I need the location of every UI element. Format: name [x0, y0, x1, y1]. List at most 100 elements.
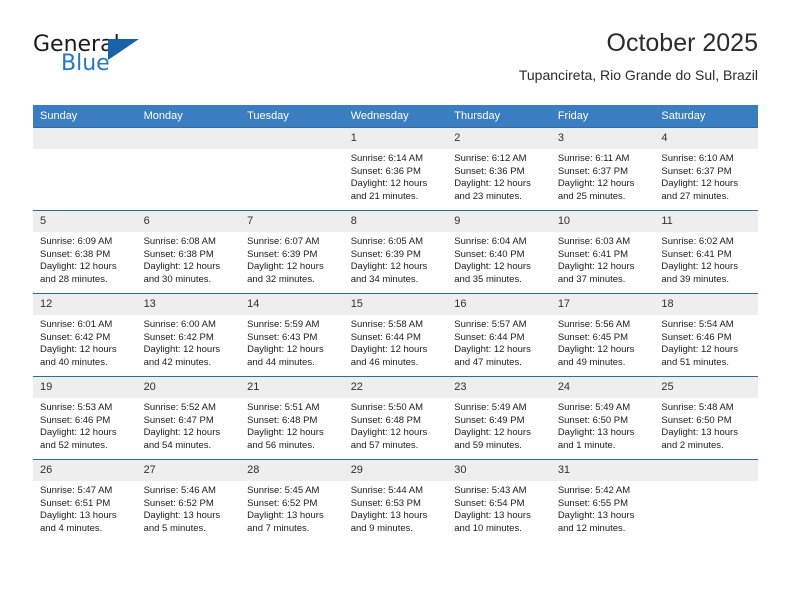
- daylight-hours: Daylight: 12 hours: [557, 261, 635, 273]
- calendar-day-cell[interactable]: 8 Sunrise: 6:05 AM Sunset: 6:39 PM Daylight…: [343, 210, 448, 294]
- day-number: [240, 128, 344, 149]
- calendar-day-cell[interactable]: 29 Sunrise: 5:44 AM Sunset: 6:53 PM Dayligh…: [343, 459, 448, 542]
- sunset-time: Sunset: 6:44 PM: [454, 331, 525, 343]
- daylight-hours: Daylight: 12 hours: [350, 344, 428, 356]
- day-number: 26: [33, 460, 137, 481]
- day-number: 5: [33, 211, 137, 232]
- daylight-minutes: and 34 minutes.: [350, 273, 419, 285]
- calendar-day-cell[interactable]: 20 Sunrise: 5:52 AM Sunset: 6:47 PM Dayligh…: [136, 376, 241, 460]
- daylight-hours: Daylight: 12 hours: [247, 344, 324, 356]
- sunset-time: Sunset: 6:45 PM: [557, 331, 629, 343]
- day-number: 11: [654, 211, 758, 232]
- daylight-hours: Daylight: 12 hours: [40, 261, 117, 273]
- calendar-page: General Blue October 2025 Tupancireta, R…: [0, 0, 792, 612]
- calendar-day-cell[interactable]: 11 Sunrise: 6:02 AM Sunset: 6:41 PM Dayligh…: [654, 210, 758, 294]
- weekday-header-monday: Monday: [136, 105, 241, 128]
- sunrise-time: Sunrise: 6:03 AM: [557, 236, 631, 247]
- calendar-day-cell[interactable]: 18 Sunrise: 5:54 AM Sunset: 6:46 PM Dayligh…: [654, 293, 758, 377]
- day-number: 17: [550, 294, 655, 315]
- day-details: Sunrise: 6:14 AM Sunset: 6:36 PM Daylight:…: [344, 149, 448, 203]
- daylight-hours: Daylight: 12 hours: [350, 178, 428, 190]
- sunset-time: Sunset: 6:50 PM: [557, 414, 629, 426]
- sunset-time: Sunset: 6:37 PM: [557, 165, 629, 177]
- calendar-day-cell[interactable]: 17 Sunrise: 5:56 AM Sunset: 6:45 PM Dayligh…: [550, 293, 655, 377]
- calendar-day-cell[interactable]: 15 Sunrise: 5:58 AM Sunset: 6:44 PM Dayligh…: [343, 293, 448, 377]
- calendar-day-cell[interactable]: 19 Sunrise: 5:53 AM Sunset: 6:46 PM Dayligh…: [33, 376, 137, 460]
- daylight-hours: Daylight: 12 hours: [40, 427, 117, 439]
- page-header: General Blue October 2025 Tupancireta, R…: [33, 28, 758, 98]
- daylight-minutes: and 46 minutes.: [350, 356, 419, 368]
- calendar-day-cell[interactable]: 31 Sunrise: 5:42 AM Sunset: 6:55 PM Dayligh…: [550, 459, 655, 542]
- sunrise-time: Sunrise: 6:14 AM: [350, 153, 424, 164]
- day-number: 4: [654, 128, 758, 149]
- calendar-day-cell[interactable]: 22 Sunrise: 5:50 AM Sunset: 6:48 PM Dayligh…: [343, 376, 448, 460]
- sunrise-time: Sunrise: 6:07 AM: [247, 236, 320, 247]
- sunset-time: Sunset: 6:36 PM: [454, 165, 525, 177]
- general-blue-logo[interactable]: General Blue: [33, 32, 213, 84]
- calendar-day-cell[interactable]: 30 Sunrise: 5:43 AM Sunset: 6:54 PM Dayligh…: [447, 459, 551, 542]
- calendar-day-cell[interactable]: 5 Sunrise: 6:09 AM Sunset: 6:38 PM Daylight…: [33, 210, 137, 294]
- sunset-time: Sunset: 6:48 PM: [350, 414, 421, 426]
- day-number: 30: [447, 460, 551, 481]
- calendar-day-cell[interactable]: 27 Sunrise: 5:46 AM Sunset: 6:52 PM Dayligh…: [136, 459, 241, 542]
- sunrise-time: Sunrise: 6:09 AM: [40, 236, 113, 247]
- daylight-minutes: and 42 minutes.: [143, 356, 212, 368]
- calendar-day-cell[interactable]: 10 Sunrise: 6:03 AM Sunset: 6:41 PM Dayligh…: [550, 210, 655, 294]
- sunrise-time: Sunrise: 5:44 AM: [350, 485, 424, 496]
- daylight-hours: Daylight: 12 hours: [143, 427, 221, 439]
- daylight-minutes: and 35 minutes.: [454, 273, 522, 285]
- calendar-day-cell[interactable]: 24 Sunrise: 5:49 AM Sunset: 6:50 PM Dayligh…: [550, 376, 655, 460]
- sunset-time: Sunset: 6:36 PM: [350, 165, 421, 177]
- calendar-day-cell[interactable]: 4 Sunrise: 6:10 AM Sunset: 6:37 PM Daylight…: [654, 127, 758, 211]
- sunrise-time: Sunrise: 5:42 AM: [557, 485, 631, 496]
- day-details: Sunrise: 5:49 AM Sunset: 6:50 PM Daylight:…: [551, 398, 655, 452]
- daylight-hours: Daylight: 12 hours: [661, 344, 738, 356]
- sunset-time: Sunset: 6:46 PM: [661, 331, 732, 343]
- calendar-day-cell[interactable]: 23 Sunrise: 5:49 AM Sunset: 6:49 PM Dayligh…: [447, 376, 551, 460]
- day-number: 19: [33, 377, 137, 398]
- calendar-day-cell-empty: [240, 127, 344, 211]
- weekday-header-wednesday: Wednesday: [343, 105, 448, 128]
- calendar-day-cell[interactable]: 16 Sunrise: 5:57 AM Sunset: 6:44 PM Dayligh…: [447, 293, 551, 377]
- sunrise-time: Sunrise: 6:01 AM: [40, 319, 113, 330]
- sunset-time: Sunset: 6:39 PM: [247, 248, 318, 260]
- daylight-hours: Daylight: 12 hours: [247, 261, 324, 273]
- day-details: Sunrise: 5:52 AM Sunset: 6:47 PM Daylight:…: [137, 398, 241, 452]
- day-number: 29: [343, 460, 448, 481]
- sunrise-time: Sunrise: 5:46 AM: [143, 485, 216, 496]
- day-details: Sunrise: 6:07 AM Sunset: 6:39 PM Daylight:…: [240, 232, 344, 286]
- daylight-minutes: and 30 minutes.: [143, 273, 212, 285]
- calendar-day-cell[interactable]: 28 Sunrise: 5:45 AM Sunset: 6:52 PM Dayligh…: [240, 459, 344, 542]
- daylight-hours: Daylight: 12 hours: [661, 261, 738, 273]
- calendar-day-cell[interactable]: 1 Sunrise: 6:14 AM Sunset: 6:36 PM Daylight…: [343, 127, 448, 211]
- calendar-day-cell[interactable]: 3 Sunrise: 6:11 AM Sunset: 6:37 PM Daylight…: [550, 127, 655, 211]
- daylight-minutes: and 9 minutes.: [350, 522, 414, 534]
- daylight-minutes: and 28 minutes.: [40, 273, 108, 285]
- calendar-day-cell[interactable]: 21 Sunrise: 5:51 AM Sunset: 6:48 PM Dayligh…: [240, 376, 344, 460]
- day-details: Sunrise: 6:02 AM Sunset: 6:41 PM Daylight:…: [654, 232, 758, 286]
- day-details: Sunrise: 5:51 AM Sunset: 6:48 PM Daylight:…: [240, 398, 344, 452]
- calendar-day-cell[interactable]: 6 Sunrise: 6:08 AM Sunset: 6:38 PM Daylight…: [136, 210, 241, 294]
- sunset-time: Sunset: 6:49 PM: [454, 414, 525, 426]
- daylight-hours: Daylight: 12 hours: [454, 178, 531, 190]
- calendar-day-cell[interactable]: 14 Sunrise: 5:59 AM Sunset: 6:43 PM Dayligh…: [240, 293, 344, 377]
- sunrise-time: Sunrise: 5:59 AM: [247, 319, 320, 330]
- daylight-hours: Daylight: 12 hours: [143, 344, 221, 356]
- calendar-day-cell[interactable]: 9 Sunrise: 6:04 AM Sunset: 6:40 PM Daylight…: [447, 210, 551, 294]
- calendar-day-cell[interactable]: 2 Sunrise: 6:12 AM Sunset: 6:36 PM Daylight…: [447, 127, 551, 211]
- calendar-day-cell[interactable]: 13 Sunrise: 6:00 AM Sunset: 6:42 PM Dayligh…: [136, 293, 241, 377]
- day-details: Sunrise: 5:47 AM Sunset: 6:51 PM Daylight:…: [33, 481, 137, 535]
- daylight-hours: Daylight: 12 hours: [143, 261, 221, 273]
- calendar-day-cell[interactable]: 25 Sunrise: 5:48 AM Sunset: 6:50 PM Dayligh…: [654, 376, 758, 460]
- sunset-time: Sunset: 6:42 PM: [40, 331, 111, 343]
- calendar-day-cell[interactable]: 12 Sunrise: 6:01 AM Sunset: 6:42 PM Dayligh…: [33, 293, 137, 377]
- calendar-day-cell[interactable]: 26 Sunrise: 5:47 AM Sunset: 6:51 PM Dayligh…: [33, 459, 137, 542]
- daylight-minutes: and 12 minutes.: [557, 522, 626, 534]
- daylight-hours: Daylight: 12 hours: [557, 178, 635, 190]
- day-number: 2: [447, 128, 551, 149]
- day-number: 15: [343, 294, 448, 315]
- daylight-minutes: and 23 minutes.: [454, 190, 522, 202]
- sunset-time: Sunset: 6:47 PM: [143, 414, 214, 426]
- calendar-day-cell[interactable]: 7 Sunrise: 6:07 AM Sunset: 6:39 PM Daylight…: [240, 210, 344, 294]
- daylight-hours: Daylight: 13 hours: [40, 510, 117, 522]
